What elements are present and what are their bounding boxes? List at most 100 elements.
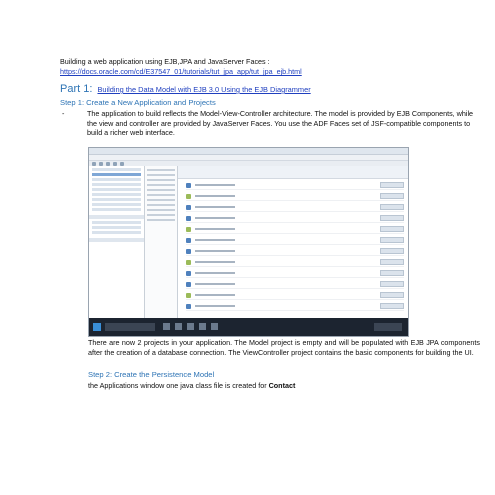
step-icon bbox=[186, 226, 191, 232]
ide-applications-panel bbox=[89, 166, 145, 318]
part-heading: Part 1: Building the Data Model with EJB… bbox=[60, 83, 480, 95]
windows-start-icon bbox=[93, 323, 101, 331]
step1-text: The application to build reflects the Mo… bbox=[87, 109, 474, 138]
row-label bbox=[195, 195, 235, 197]
tree-row bbox=[92, 221, 141, 224]
bullet-dash: - bbox=[62, 109, 65, 118]
after-screenshot-paragraph: There are now 2 projects in your applica… bbox=[88, 338, 480, 357]
ide-checklist-nav bbox=[145, 166, 178, 318]
part-label: Part 1: bbox=[60, 83, 93, 95]
status-box bbox=[380, 270, 404, 276]
row-label bbox=[195, 206, 235, 208]
status-box bbox=[380, 248, 404, 254]
step-icon bbox=[186, 237, 191, 243]
step2-text-bold: Contact bbox=[268, 381, 296, 390]
row-label bbox=[195, 239, 235, 241]
checklist-row bbox=[186, 291, 404, 300]
tree-row bbox=[92, 168, 141, 171]
row-label bbox=[195, 261, 235, 263]
status-box bbox=[380, 292, 404, 298]
tree-row bbox=[92, 226, 141, 229]
ide-checklist-main bbox=[178, 166, 408, 318]
status-box bbox=[380, 226, 404, 232]
checklist-row bbox=[186, 181, 404, 190]
status-box bbox=[380, 193, 404, 199]
step2-text: the Applications window one java class f… bbox=[88, 381, 480, 390]
checklist-row bbox=[186, 280, 404, 289]
step-icon bbox=[186, 281, 191, 287]
tree-row bbox=[92, 183, 141, 186]
status-box bbox=[380, 204, 404, 210]
checklist-row bbox=[186, 258, 404, 267]
step-icon bbox=[186, 193, 191, 199]
taskbar-search-box bbox=[105, 323, 155, 331]
app-icon bbox=[175, 323, 182, 330]
step-icon bbox=[186, 248, 191, 254]
status-box bbox=[380, 237, 404, 243]
app-icon bbox=[187, 323, 194, 330]
checklist-row bbox=[186, 302, 404, 311]
step-icon bbox=[186, 182, 191, 188]
tree-row bbox=[92, 188, 141, 191]
nav-row bbox=[147, 184, 175, 186]
tree-row bbox=[92, 231, 141, 234]
nav-row bbox=[147, 209, 175, 211]
tree-row bbox=[92, 203, 141, 206]
row-label bbox=[195, 294, 235, 296]
ide-title-bar bbox=[89, 148, 408, 155]
nav-row bbox=[147, 169, 175, 171]
step-icon bbox=[186, 303, 191, 309]
tree-row bbox=[92, 193, 141, 196]
step2-heading: Step 2: Create the Persistence Model bbox=[88, 370, 215, 379]
row-label bbox=[195, 228, 235, 230]
intro-block: Building a web application using EJB,JPA… bbox=[60, 57, 460, 77]
panel-header bbox=[89, 215, 144, 219]
nav-row bbox=[147, 204, 175, 206]
tree-row bbox=[92, 198, 141, 201]
step-icon bbox=[186, 204, 191, 210]
checklist-row bbox=[186, 236, 404, 245]
panel-header bbox=[89, 238, 144, 242]
status-box bbox=[380, 259, 404, 265]
checklist-row bbox=[186, 214, 404, 223]
checklist-header bbox=[178, 166, 408, 179]
app-icon bbox=[199, 323, 206, 330]
nav-row bbox=[147, 214, 175, 216]
nav-row bbox=[147, 174, 175, 176]
step-icon bbox=[186, 215, 191, 221]
row-label bbox=[195, 305, 235, 307]
tree-row bbox=[92, 208, 141, 211]
tree-row bbox=[92, 173, 141, 176]
step-icon bbox=[186, 259, 191, 265]
system-tray bbox=[374, 323, 402, 331]
windows-taskbar bbox=[89, 318, 408, 336]
part-link[interactable]: Building the Data Model with EJB 3.0 Usi… bbox=[97, 85, 310, 94]
row-label bbox=[195, 217, 235, 219]
step-icon bbox=[186, 270, 191, 276]
checklist-row bbox=[186, 247, 404, 256]
status-box bbox=[380, 281, 404, 287]
tree-row bbox=[92, 178, 141, 181]
step-icon bbox=[186, 292, 191, 298]
nav-row bbox=[147, 199, 175, 201]
ide-screenshot bbox=[88, 147, 409, 337]
app-icon bbox=[163, 323, 170, 330]
checklist-row bbox=[186, 225, 404, 234]
status-box bbox=[380, 182, 404, 188]
nav-row bbox=[147, 179, 175, 181]
step2-text-prefix: the Applications window one java class f… bbox=[88, 381, 267, 390]
nav-row bbox=[147, 219, 175, 221]
step1-heading: Step 1: Create a New Application and Pro… bbox=[60, 98, 216, 107]
intro-text: Building a web application using EJB,JPA… bbox=[60, 57, 270, 66]
status-box bbox=[380, 215, 404, 221]
row-label bbox=[195, 250, 235, 252]
row-label bbox=[195, 283, 235, 285]
app-icon bbox=[211, 323, 218, 330]
taskbar-apps bbox=[163, 323, 218, 330]
checklist-row bbox=[186, 269, 404, 278]
nav-row bbox=[147, 194, 175, 196]
checklist-row bbox=[186, 203, 404, 212]
step1-paragraph: - The application to build reflects the … bbox=[62, 109, 480, 138]
tutorial-link[interactable]: https://docs.oracle.com/cd/E37547_01/tut… bbox=[60, 67, 460, 77]
checklist-row bbox=[186, 192, 404, 201]
